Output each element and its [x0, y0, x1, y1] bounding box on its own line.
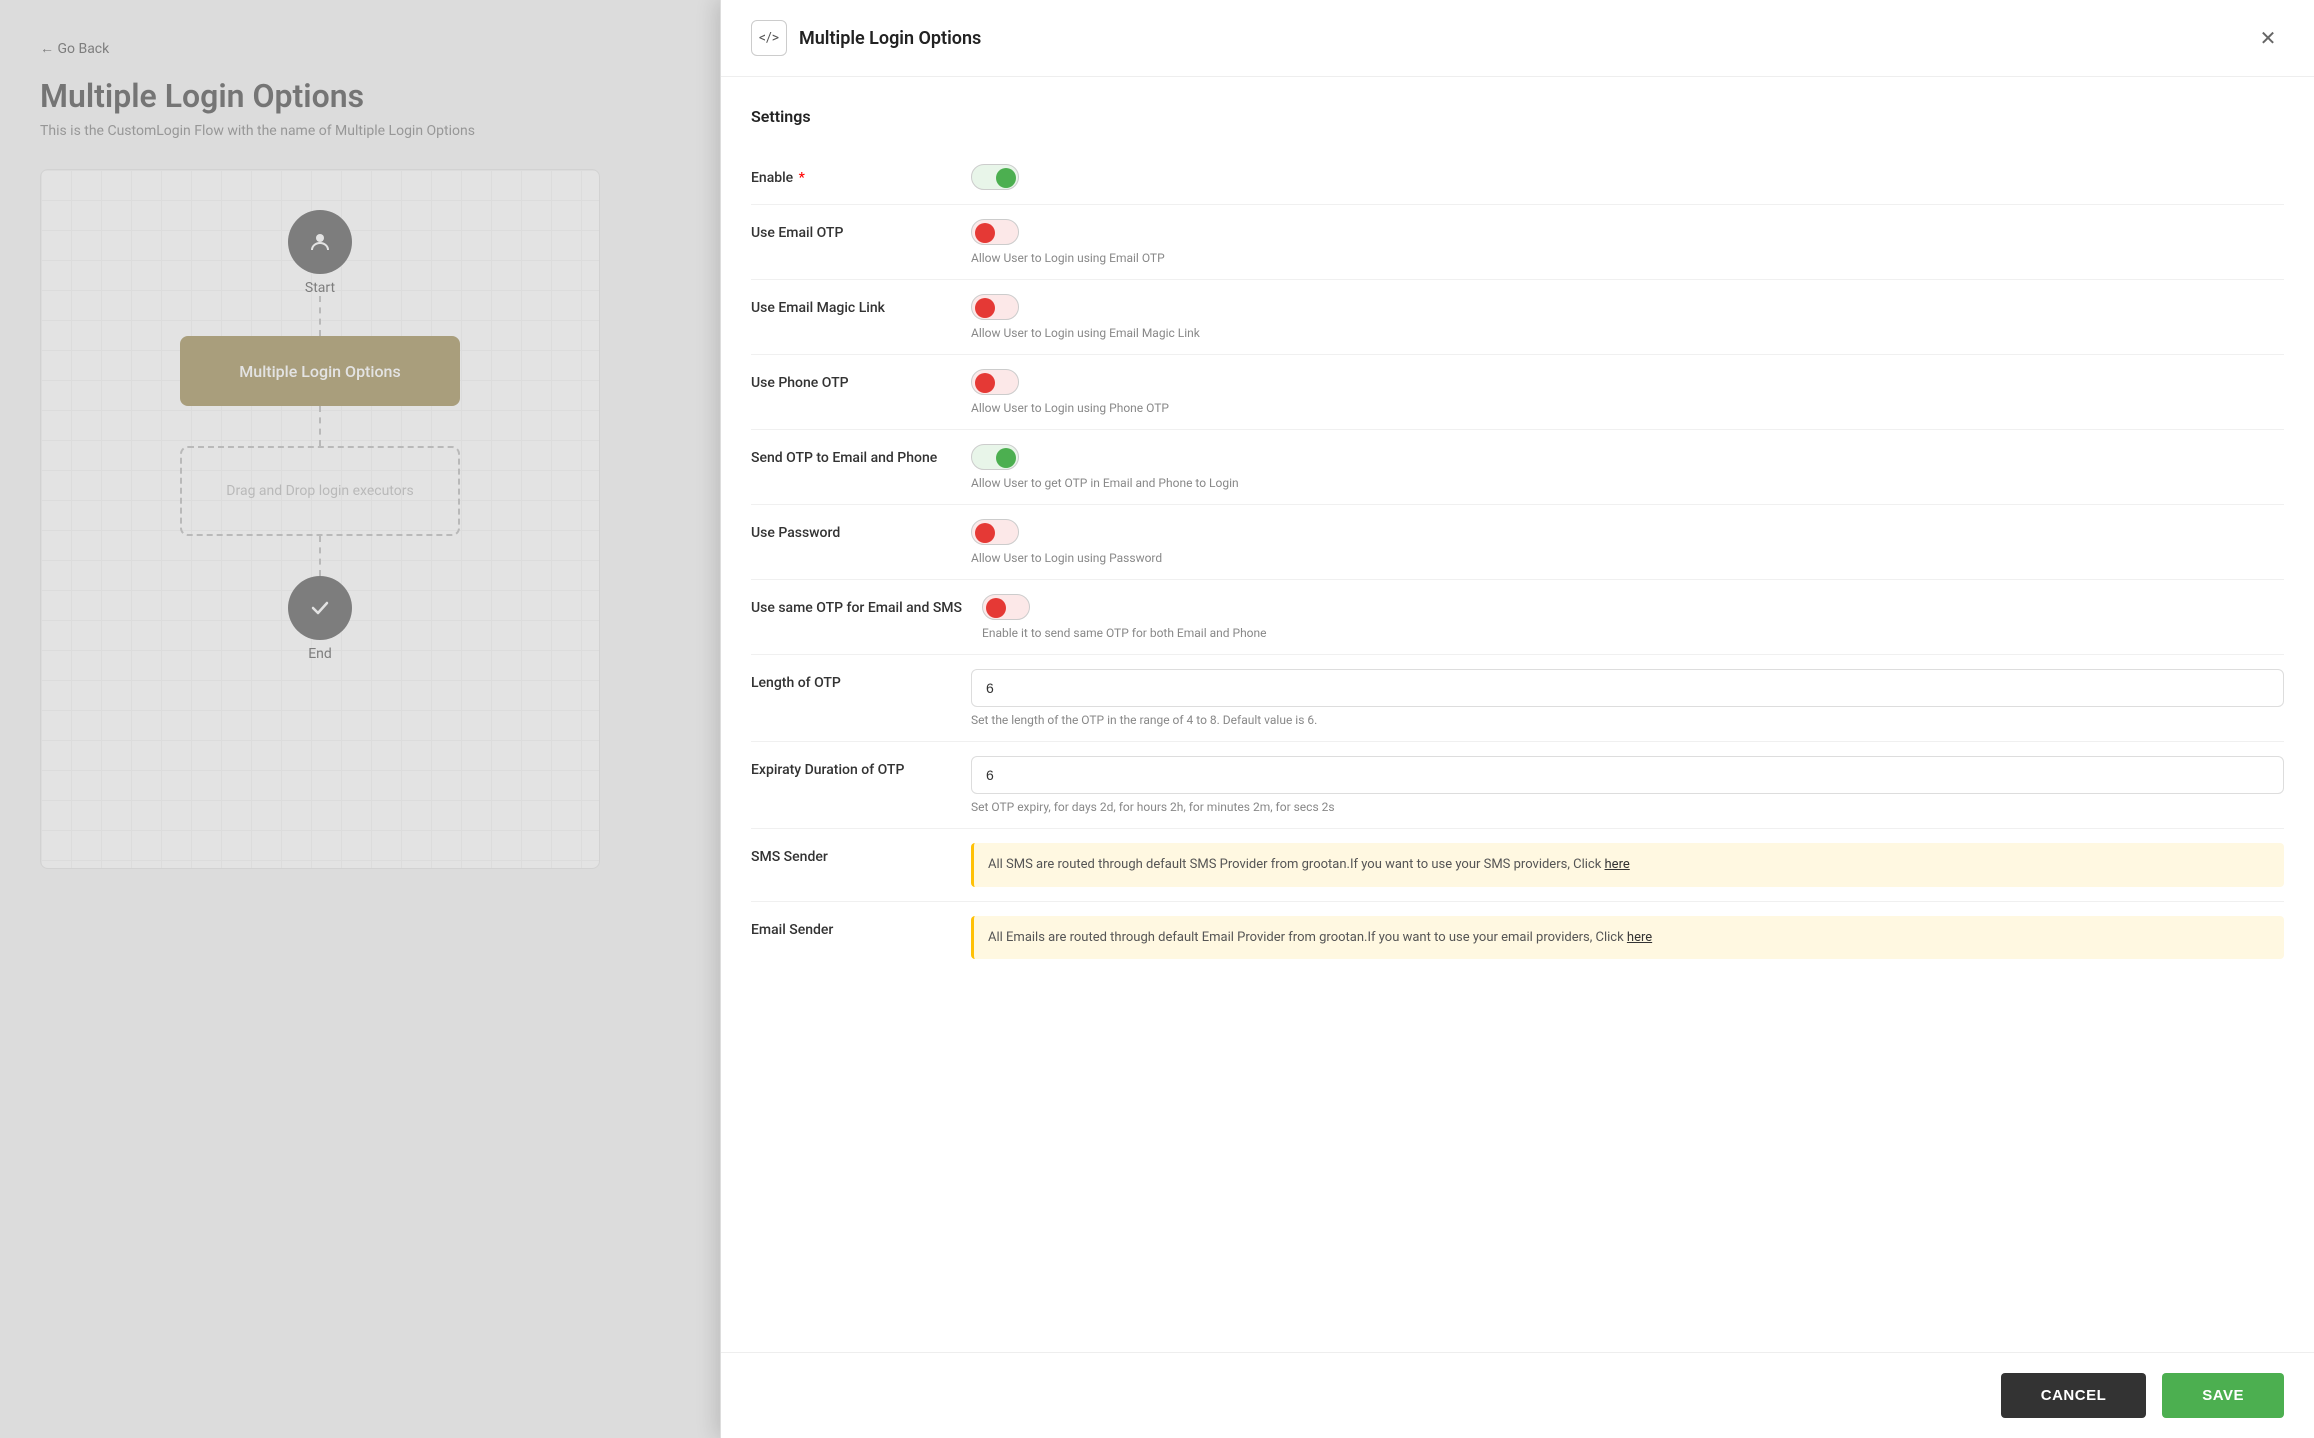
setting-same-otp: Use same OTP for Email and SMS Enable it…: [751, 580, 2284, 655]
expiry-otp-help: Set OTP expiry, for days 2d, for hours 2…: [971, 800, 2284, 814]
expiry-otp-right: Set OTP expiry, for days 2d, for hours 2…: [971, 756, 2284, 814]
panel-header: </> Multiple Login Options ✕: [721, 0, 2314, 77]
email-sender-label: Email Sender: [751, 916, 951, 938]
setting-send-otp: Send OTP to Email and Phone Allow User t…: [751, 430, 2284, 505]
email-magic-link-right: Allow User to Login using Email Magic Li…: [971, 294, 2284, 340]
email-magic-link-label: Use Email Magic Link: [751, 294, 951, 316]
sms-info-link[interactable]: here: [1605, 857, 1630, 872]
setting-length-otp: Length of OTP Set the length of the OTP …: [751, 655, 2284, 742]
setting-email-sender: Email Sender All Emails are routed throu…: [751, 902, 2284, 974]
settings-heading: Settings: [751, 107, 2284, 126]
setting-email-otp: Use Email OTP Allow User to Login using …: [751, 205, 2284, 280]
send-otp-label: Send OTP to Email and Phone: [751, 444, 951, 466]
close-button[interactable]: ✕: [2252, 22, 2284, 54]
send-otp-toggle[interactable]: [971, 444, 1019, 470]
enable-right: [971, 164, 2284, 190]
same-otp-toggle[interactable]: [982, 594, 1030, 620]
required-marker: *: [799, 170, 805, 186]
setting-email-magic-link: Use Email Magic Link Allow User to Login…: [751, 280, 2284, 355]
phone-otp-label: Use Phone OTP: [751, 369, 951, 391]
expiry-otp-label: Expiraty Duration of OTP: [751, 756, 951, 778]
phone-otp-toggle[interactable]: [971, 369, 1019, 395]
length-otp-label: Length of OTP: [751, 669, 951, 691]
email-otp-label: Use Email OTP: [751, 219, 951, 241]
password-right: Allow User to Login using Password: [971, 519, 2284, 565]
email-sender-right: All Emails are routed through default Em…: [971, 916, 2284, 960]
password-help: Allow User to Login using Password: [971, 551, 2284, 565]
setting-enable: Enable *: [751, 150, 2284, 205]
email-info-text: All Emails are routed through default Em…: [988, 930, 1624, 945]
email-info-box: All Emails are routed through default Em…: [971, 916, 2284, 960]
save-button[interactable]: SAVE: [2162, 1373, 2284, 1418]
email-otp-toggle[interactable]: [971, 219, 1019, 245]
length-otp-input[interactable]: [971, 669, 2284, 707]
panel-title: Multiple Login Options: [799, 28, 981, 49]
setting-phone-otp: Use Phone OTP Allow User to Login using …: [751, 355, 2284, 430]
panel-footer: CANCEL SAVE: [721, 1352, 2314, 1438]
same-otp-label: Use same OTP for Email and SMS: [751, 594, 962, 616]
code-icon: </>: [751, 20, 787, 56]
enable-label: Enable *: [751, 164, 951, 186]
phone-otp-right: Allow User to Login using Phone OTP: [971, 369, 2284, 415]
send-otp-help: Allow User to get OTP in Email and Phone…: [971, 476, 2284, 490]
setting-expiry-otp: Expiraty Duration of OTP Set OTP expiry,…: [751, 742, 2284, 829]
sms-info-text: All SMS are routed through default SMS P…: [988, 857, 1601, 872]
overlay: [0, 0, 720, 1438]
sms-sender-label: SMS Sender: [751, 843, 951, 865]
length-otp-right: Set the length of the OTP in the range o…: [971, 669, 2284, 727]
cancel-button[interactable]: CANCEL: [2001, 1373, 2147, 1418]
email-magic-link-toggle[interactable]: [971, 294, 1019, 320]
left-panel: ← Go Back Multiple Login Options This is…: [0, 0, 720, 1438]
email-info-link[interactable]: here: [1627, 930, 1652, 945]
panel-header-left: </> Multiple Login Options: [751, 20, 981, 56]
email-otp-right: Allow User to Login using Email OTP: [971, 219, 2284, 265]
settings-panel: </> Multiple Login Options ✕ Settings En…: [720, 0, 2314, 1438]
phone-otp-help: Allow User to Login using Phone OTP: [971, 401, 2284, 415]
email-otp-help: Allow User to Login using Email OTP: [971, 251, 2284, 265]
length-otp-help: Set the length of the OTP in the range o…: [971, 713, 2284, 727]
enable-toggle[interactable]: [971, 164, 1019, 190]
send-otp-right: Allow User to get OTP in Email and Phone…: [971, 444, 2284, 490]
same-otp-right: Enable it to send same OTP for both Emai…: [982, 594, 2284, 640]
sms-info-box: All SMS are routed through default SMS P…: [971, 843, 2284, 887]
password-label: Use Password: [751, 519, 951, 541]
same-otp-help: Enable it to send same OTP for both Emai…: [982, 626, 2284, 640]
expiry-otp-input[interactable]: [971, 756, 2284, 794]
setting-sms-sender: SMS Sender All SMS are routed through de…: [751, 829, 2284, 902]
sms-sender-right: All SMS are routed through default SMS P…: [971, 843, 2284, 887]
setting-password: Use Password Allow User to Login using P…: [751, 505, 2284, 580]
email-magic-link-help: Allow User to Login using Email Magic Li…: [971, 326, 2284, 340]
panel-body: Settings Enable * Use Email OTP: [721, 77, 2314, 1352]
password-toggle[interactable]: [971, 519, 1019, 545]
